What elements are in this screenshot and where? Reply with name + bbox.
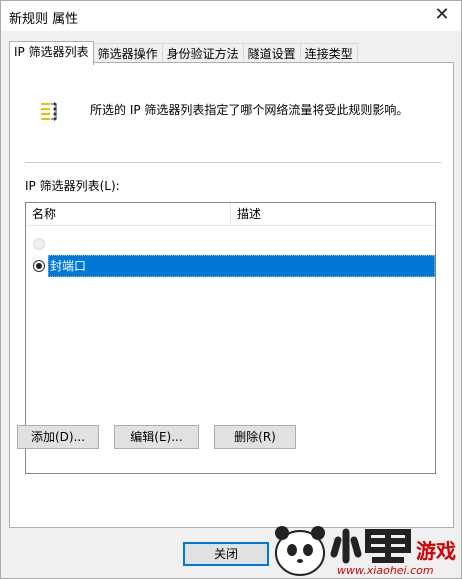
list-item[interactable] [26, 233, 435, 255]
window-title: 新规则 属性 [9, 12, 79, 27]
radio-button[interactable] [33, 238, 45, 250]
list-item-selected[interactable]: 封端口 [26, 255, 435, 277]
title-bar: 新规则 属性 ✕ [1, 1, 461, 31]
list-rows: 封端口 [26, 233, 435, 277]
watermark: 游戏 www.xiaohei.com [268, 520, 462, 579]
separator [25, 162, 441, 163]
radio-button-checked[interactable] [33, 260, 45, 272]
filter-list-icon [41, 102, 57, 121]
delete-button[interactable]: 删除(R) [214, 425, 296, 449]
column-header-description[interactable]: 描述 [230, 203, 435, 226]
tab-strip: IP 筛选器列表 筛选器操作 身份验证方法 隧道设置 连接类型 [9, 41, 358, 65]
list-header: 名称 描述 [26, 203, 435, 226]
ip-filter-list-label: IP 筛选器列表(L): [25, 179, 120, 193]
column-header-name[interactable]: 名称 [26, 203, 230, 226]
watermark-url: www.xiaohei.com [337, 564, 434, 577]
tab-panel: 所选的 IP 筛选器列表指定了哪个网络流量将受此规则影响。 IP 筛选器列表(L… [9, 62, 454, 528]
svg-text:游戏: 游戏 [416, 539, 456, 563]
add-button[interactable]: 添加(D)... [17, 425, 99, 449]
selection-highlight [48, 255, 435, 277]
edit-button[interactable]: 编辑(E)... [114, 425, 199, 449]
filter-name: 封端口 [50, 259, 87, 273]
tab-ip-filter-list[interactable]: IP 筛选器列表 [9, 41, 94, 65]
close-icon[interactable]: ✕ [431, 4, 453, 26]
close-button[interactable]: 关闭 [183, 542, 269, 566]
properties-dialog: 新规则 属性 ✕ IP 筛选器列表 筛选器操作 身份验证方法 隧道设置 连接类型… [0, 0, 462, 579]
info-description: 所选的 IP 筛选器列表指定了哪个网络流量将受此规则影响。 [90, 103, 409, 117]
